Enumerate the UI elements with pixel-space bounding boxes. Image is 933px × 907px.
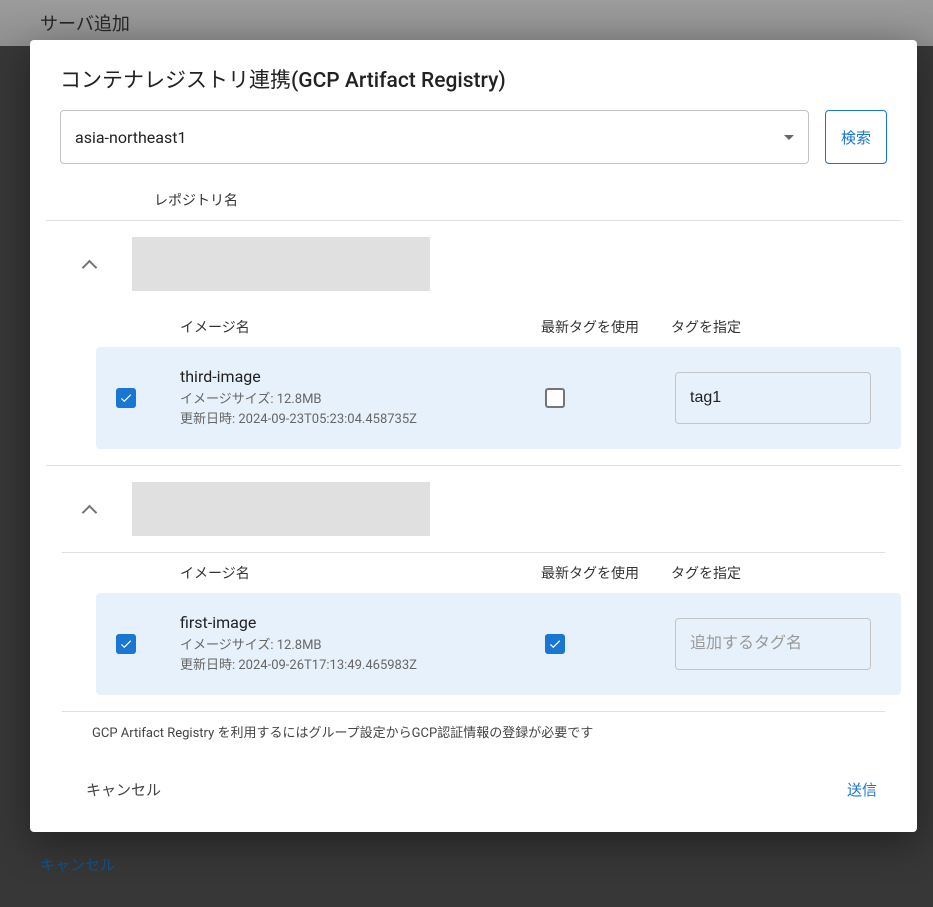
- image-size: イメージサイズ: 12.8MB: [180, 636, 545, 656]
- image-row: first-image イメージサイズ: 12.8MB 更新日時: 2024-0…: [96, 593, 901, 695]
- submit-button[interactable]: 送信: [847, 779, 877, 800]
- registry-modal: コンテナレジストリ連携(GCP Artifact Registry) asia-…: [30, 40, 917, 832]
- use-latest-checkbox[interactable]: [545, 388, 565, 408]
- cancel-button[interactable]: キャンセル: [86, 779, 161, 800]
- latest-tag-header: 最新タグを使用: [541, 317, 671, 337]
- image-select-checkbox[interactable]: [116, 388, 136, 408]
- specify-tag-header: タグを指定: [671, 317, 871, 337]
- region-select[interactable]: asia-northeast1: [60, 110, 809, 164]
- tag-input[interactable]: [675, 618, 871, 670]
- region-select-value: asia-northeast1: [75, 128, 186, 147]
- modal-title: コンテナレジストリ連携(GCP Artifact Registry): [60, 64, 887, 94]
- repo-section: イメージ名 最新タグを使用 タグを指定 third-image イメージサイズ:…: [46, 220, 901, 449]
- image-updated: 更新日時: 2024-09-26T17:13:49.465983Z: [180, 656, 545, 676]
- image-name-header: イメージ名: [180, 563, 541, 583]
- image-row: third-image イメージサイズ: 12.8MB 更新日時: 2024-0…: [96, 347, 901, 449]
- specify-tag-header: タグを指定: [671, 563, 871, 583]
- image-name-header: イメージ名: [180, 317, 541, 337]
- chevron-up-icon[interactable]: [82, 502, 96, 516]
- repo-section: イメージ名 最新タグを使用 タグを指定 first-image イメージサイズ:…: [46, 465, 901, 695]
- tag-input[interactable]: [675, 372, 871, 424]
- dropdown-caret-icon: [784, 135, 794, 140]
- image-updated: 更新日時: 2024-09-23T05:23:04.458735Z: [180, 410, 545, 430]
- image-name: first-image: [180, 613, 545, 632]
- latest-tag-header: 最新タグを使用: [541, 563, 671, 583]
- image-size: イメージサイズ: 12.8MB: [180, 390, 545, 410]
- repo-column-header: レポジトリ名: [46, 180, 901, 220]
- image-select-checkbox[interactable]: [116, 634, 136, 654]
- footnote-text: GCP Artifact Registry を利用するにはグループ設定からGCP…: [62, 711, 885, 751]
- chevron-up-icon[interactable]: [82, 257, 96, 271]
- use-latest-checkbox[interactable]: [545, 634, 565, 654]
- repo-name-placeholder: [132, 237, 430, 291]
- repo-name-placeholder: [132, 482, 430, 536]
- image-name: third-image: [180, 367, 545, 386]
- search-button[interactable]: 検索: [825, 110, 887, 164]
